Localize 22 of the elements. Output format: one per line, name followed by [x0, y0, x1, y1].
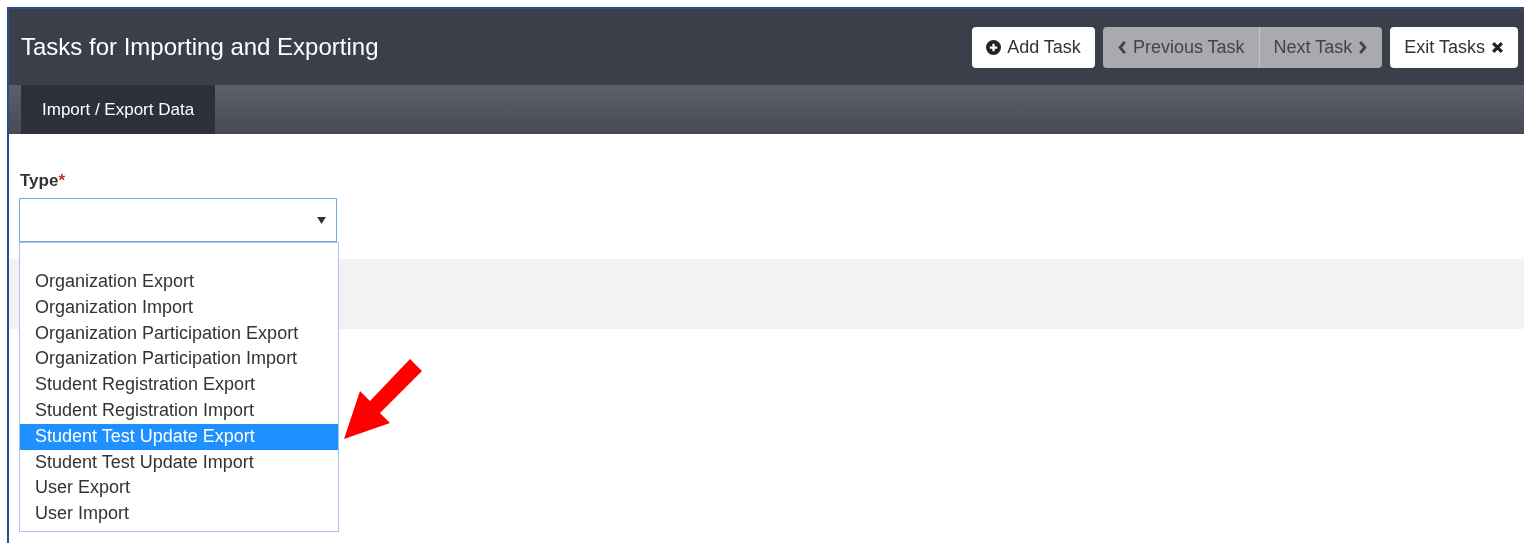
- tab[interactable]: Import / Export Data: [21, 85, 216, 134]
- plus-circle-icon: [986, 39, 1002, 55]
- dropdown-caret-icon: [317, 216, 326, 224]
- close-icon: [1491, 40, 1504, 54]
- type-dropdown[interactable]: [19, 198, 337, 242]
- chevron-right-icon: [1358, 39, 1369, 55]
- dropdown-option[interactable]: Organization Import: [20, 294, 338, 321]
- add-task-button[interactable]: Add Task: [972, 26, 1095, 68]
- dropdown-option[interactable]: User Export: [20, 475, 338, 502]
- exit-tasks-button[interactable]: Exit Tasks: [1390, 26, 1518, 68]
- dropdown-option[interactable]: User Import: [20, 501, 338, 527]
- dropdown-option[interactable]: Organization Participation Export: [20, 320, 338, 347]
- dropdown-option[interactable]: Organization Participation Import: [20, 346, 338, 373]
- required-asterisk: *: [58, 171, 66, 190]
- dropdown-option[interactable]: Organization Export: [20, 269, 338, 295]
- chevron-left-icon: [1116, 39, 1127, 55]
- field-label: Type*: [20, 170, 67, 190]
- dropdown-option[interactable]: Student Registration Import: [20, 398, 338, 424]
- page-title: Tasks for Importing and Exporting: [21, 32, 379, 62]
- dropdown-option[interactable]: Student Registration Export: [20, 372, 338, 398]
- arrow-icon: [342, 359, 424, 441]
- dropdown-option[interactable]: Student Test Update Import: [20, 449, 338, 476]
